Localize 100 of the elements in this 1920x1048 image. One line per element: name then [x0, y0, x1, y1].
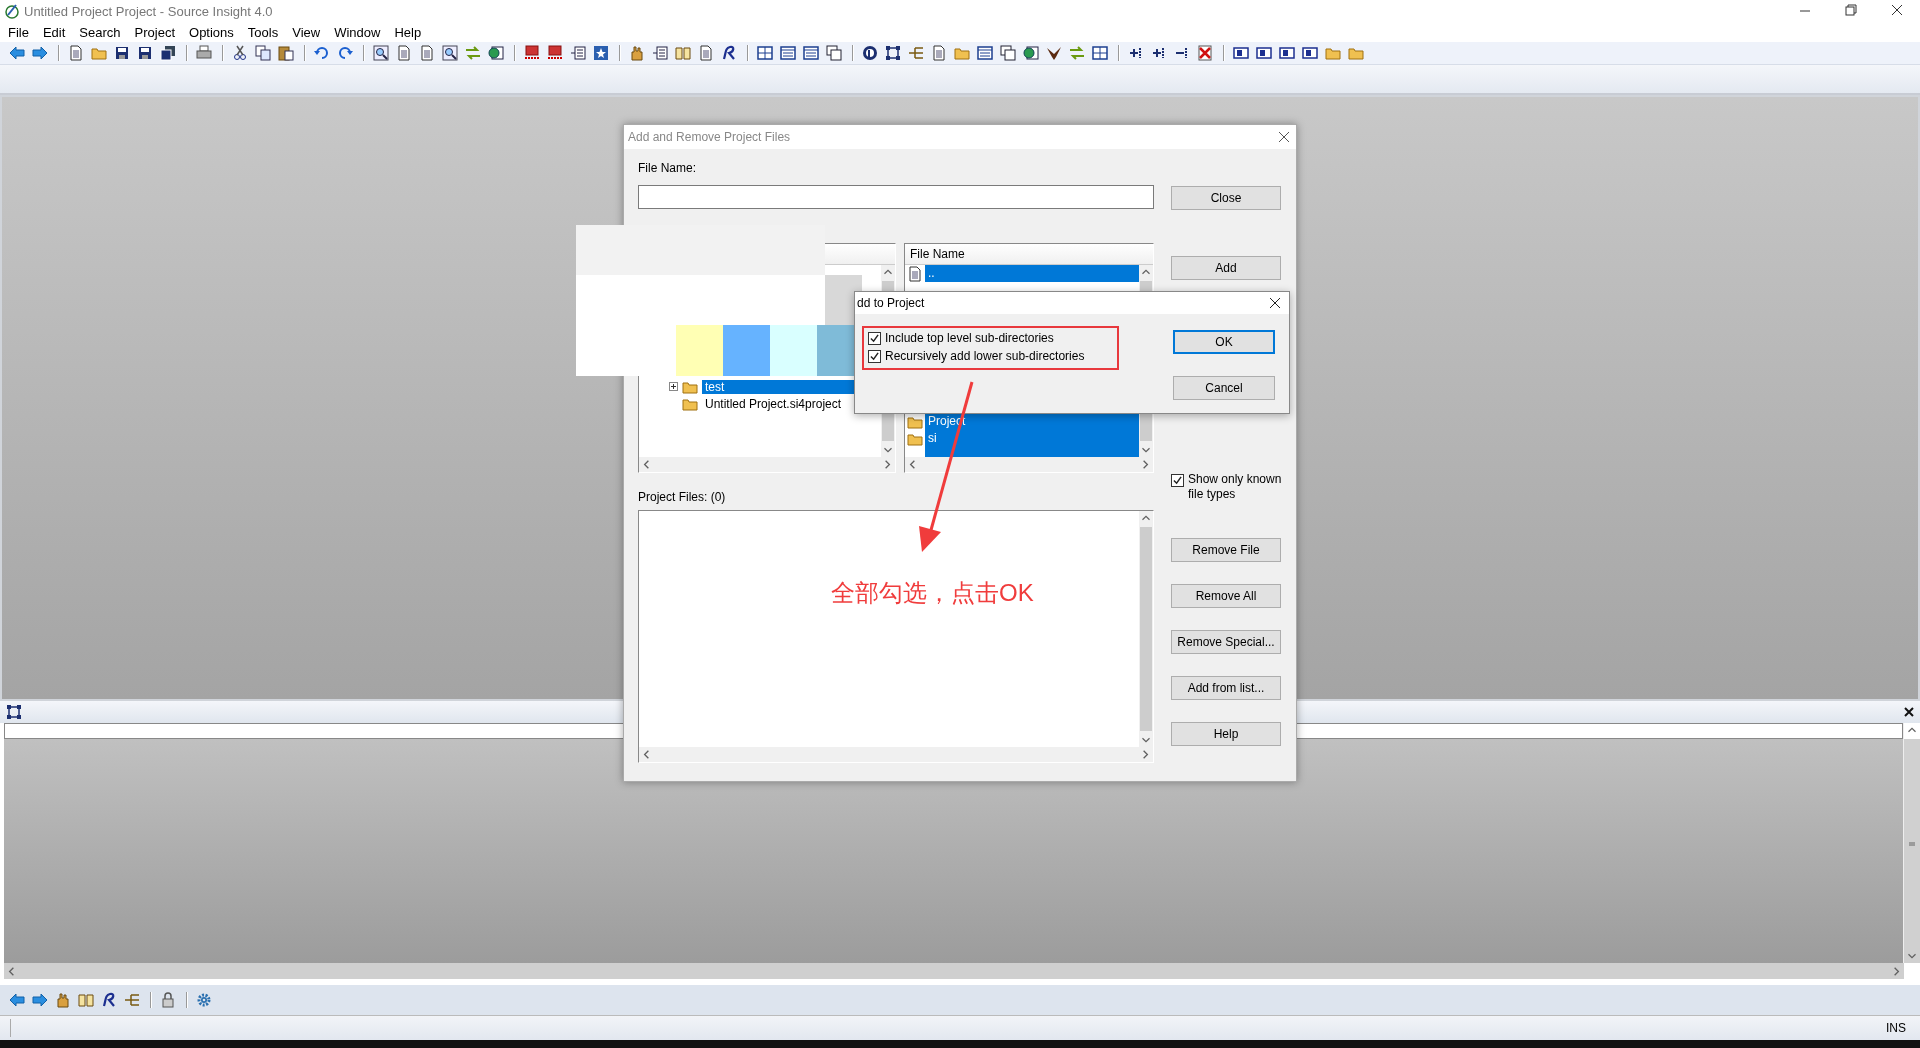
menu-item[interactable]: Help — [388, 24, 430, 40]
frame-icon[interactable] — [6, 704, 22, 720]
window-icon[interactable] — [780, 45, 796, 61]
folder-row[interactable]: si — [925, 430, 1139, 447]
expand-icon[interactable] — [669, 382, 678, 391]
clipboard-icon[interactable] — [278, 45, 294, 61]
grip-icon — [1908, 840, 1916, 848]
printer-icon[interactable] — [196, 45, 212, 61]
plus-icon[interactable] — [1128, 45, 1144, 61]
hand-icon[interactable] — [629, 45, 645, 61]
script-icon[interactable] — [101, 992, 117, 1008]
dialog-button[interactable]: Add from list... — [1171, 676, 1281, 700]
undo-icon[interactable] — [314, 45, 330, 61]
frame-icon[interactable] — [885, 45, 901, 61]
swap-icon[interactable] — [1069, 45, 1085, 61]
status-text: INS — [1885, 1021, 1907, 1035]
menu-item[interactable]: File — [2, 24, 37, 40]
page-icon[interactable] — [931, 45, 947, 61]
box-arrow-icon[interactable] — [524, 45, 540, 61]
lock-icon[interactable] — [160, 992, 176, 1008]
list-label: Project Files: (0) — [638, 490, 727, 504]
window-title: Untitled Project Project - Source Insight 4.0 — [24, 3, 273, 19]
dialog-title: dd to Project — [857, 296, 925, 310]
redo-icon[interactable] — [337, 45, 353, 61]
dialog-button[interactable]: Remove All — [1171, 584, 1281, 608]
menu-item[interactable]: Project — [128, 24, 184, 40]
dialog-button[interactable]: Help — [1171, 722, 1281, 746]
window-icon[interactable] — [977, 45, 993, 61]
close-icon[interactable] — [1278, 131, 1290, 143]
copy-icon[interactable] — [255, 45, 271, 61]
hand-icon[interactable] — [55, 992, 71, 1008]
file-name-field[interactable] — [638, 185, 1154, 209]
folder-icon[interactable] — [1348, 45, 1364, 61]
menu-item[interactable]: Window — [328, 24, 389, 40]
dialog-button[interactable]: Remove Special... — [1171, 630, 1281, 654]
dialog-button[interactable]: Cancel — [1173, 376, 1275, 400]
checkbox[interactable] — [868, 331, 881, 345]
frame-icon[interactable] — [1256, 45, 1272, 61]
window-icon[interactable] — [803, 45, 819, 61]
list-icon[interactable] — [570, 45, 586, 61]
scrollbar[interactable] — [1139, 511, 1153, 747]
checkbox[interactable] — [868, 349, 881, 363]
page-icon[interactable] — [698, 45, 714, 61]
grid-icon[interactable] — [1092, 45, 1108, 61]
arrow-right-icon[interactable] — [32, 992, 48, 1008]
grid-icon[interactable] — [757, 45, 773, 61]
tree-icon[interactable] — [908, 45, 924, 61]
magnifier-icon[interactable] — [373, 45, 389, 61]
globe-icon[interactable] — [1023, 45, 1039, 61]
book-icon[interactable] — [675, 45, 691, 61]
scrollbar[interactable] — [1903, 739, 1920, 963]
field-label: File Name: — [638, 161, 697, 175]
close-icon[interactable] — [1269, 297, 1281, 309]
book-icon[interactable] — [78, 992, 94, 1008]
star-icon[interactable] — [593, 45, 609, 61]
dialog-button[interactable]: Remove File — [1171, 538, 1281, 562]
arrow-right-icon[interactable] — [32, 45, 48, 61]
folder-icon[interactable] — [91, 45, 107, 61]
menu-item[interactable]: View — [286, 24, 329, 40]
dialog-button[interactable]: Add — [1171, 256, 1281, 280]
page-icon[interactable] — [419, 45, 435, 61]
close-icon[interactable] — [1904, 707, 1914, 717]
frame-icon[interactable] — [1233, 45, 1249, 61]
scissors-icon[interactable] — [232, 45, 248, 61]
plus-icon[interactable] — [1151, 45, 1167, 61]
arrow-left-icon[interactable] — [9, 992, 25, 1008]
folder-icon[interactable] — [1325, 45, 1341, 61]
file-row[interactable]: .. — [925, 265, 1139, 282]
checkbox[interactable] — [1171, 474, 1184, 487]
page-icon[interactable] — [68, 45, 84, 61]
disks-icon[interactable] — [160, 45, 176, 61]
menu-item[interactable]: Options — [183, 24, 242, 40]
folder-icon[interactable] — [954, 45, 970, 61]
arrow-left-icon[interactable] — [9, 45, 25, 61]
settings-icon[interactable] — [196, 992, 212, 1008]
circle-icon[interactable] — [862, 45, 878, 61]
frame-icon[interactable] — [1302, 45, 1318, 61]
windows-icon[interactable] — [1000, 45, 1016, 61]
box-arrow-icon[interactable] — [547, 45, 563, 61]
tree-icon[interactable] — [124, 992, 140, 1008]
script-icon[interactable] — [721, 45, 737, 61]
frame-icon[interactable] — [1279, 45, 1295, 61]
bird-icon[interactable] — [1046, 45, 1062, 61]
scrollbar[interactable] — [4, 963, 1904, 979]
page-icon[interactable] — [396, 45, 412, 61]
dialog-button[interactable]: OK — [1173, 330, 1275, 354]
list-icon[interactable] — [652, 45, 668, 61]
cross-icon[interactable] — [1197, 45, 1213, 61]
windows-icon[interactable] — [826, 45, 842, 61]
dialog-button[interactable]: Close — [1171, 186, 1281, 210]
menu-item[interactable]: Search — [73, 24, 129, 40]
checkbox-label: Include top level sub-directories — [885, 331, 1054, 345]
menu-item[interactable]: Edit — [36, 24, 74, 40]
magnifier-icon[interactable] — [442, 45, 458, 61]
swap-icon[interactable] — [465, 45, 481, 61]
file-icon — [907, 265, 923, 282]
minus-icon[interactable] — [1174, 45, 1190, 61]
globe-icon[interactable] — [488, 45, 504, 61]
dialog-title: Add and Remove Project Files — [628, 130, 791, 144]
menu-item[interactable]: Tools — [241, 24, 287, 40]
